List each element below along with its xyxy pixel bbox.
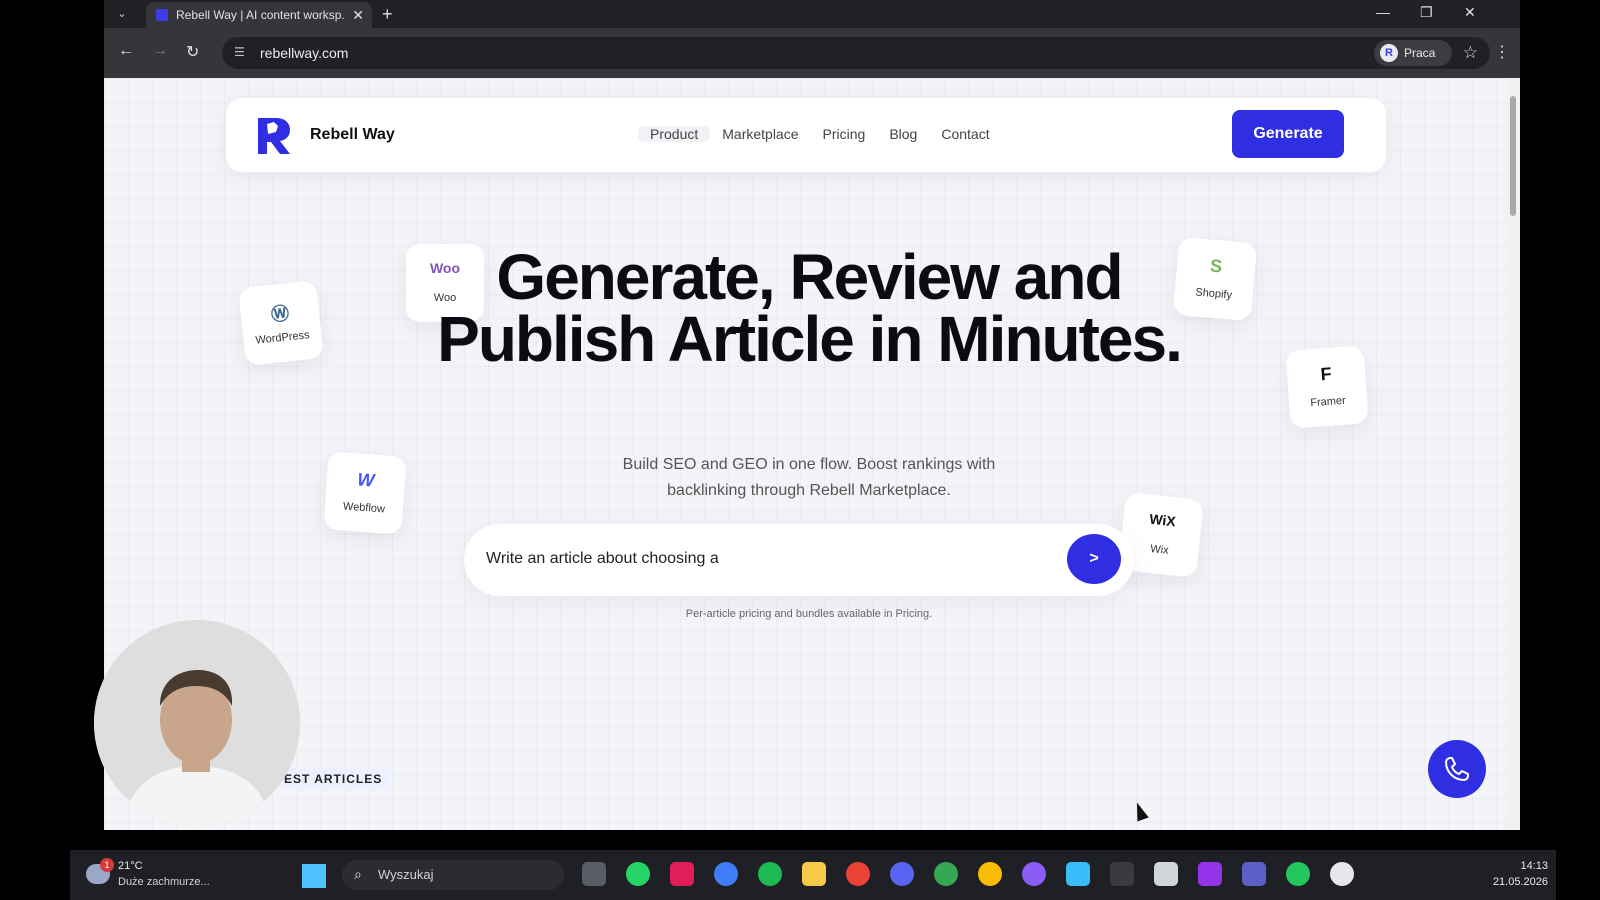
whatsapp-icon[interactable] bbox=[626, 862, 650, 886]
address-bar[interactable]: ☰ rebellway.com ☆ bbox=[222, 37, 1490, 69]
profile-name: Praca bbox=[1404, 46, 1436, 60]
taskbar: 1 21°C Duże zachmurze... ⌕ Wyszukaj 14:1… bbox=[70, 850, 1556, 900]
scrollbar-thumb[interactable] bbox=[1510, 96, 1516, 216]
new-tab-icon[interactable]: + bbox=[382, 4, 393, 25]
github-icon[interactable] bbox=[1022, 862, 1046, 886]
platform-label: Webflow bbox=[342, 500, 386, 516]
nav-marketplace[interactable]: Marketplace bbox=[710, 126, 810, 142]
rebell-way-logo-icon[interactable] bbox=[254, 114, 294, 156]
platform-label: Framer bbox=[1309, 394, 1347, 410]
webflow-icon: W bbox=[356, 469, 376, 491]
search-icon: ⌕ bbox=[354, 866, 362, 882]
brand-name[interactable]: Rebell Way bbox=[310, 126, 395, 144]
main-nav: Product Marketplace Pricing Blog Contact bbox=[638, 126, 1002, 142]
task-view-icon[interactable] bbox=[582, 862, 606, 886]
nav-pricing[interactable]: Pricing bbox=[811, 126, 878, 142]
terminal-icon[interactable] bbox=[1110, 862, 1134, 886]
search-placeholder: Wyszukaj bbox=[378, 867, 434, 882]
prompt-input[interactable] bbox=[486, 550, 1046, 568]
chrome-alt-icon[interactable] bbox=[978, 862, 1002, 886]
tab-bar: ⌄ Rebell Way | AI content worksp... ✕ + … bbox=[104, 0, 1520, 28]
close-tab-icon[interactable]: ✕ bbox=[352, 7, 364, 24]
tab-search-icon[interactable]: ⌄ bbox=[112, 4, 132, 24]
back-icon[interactable]: ← bbox=[118, 42, 134, 60]
platform-webflow: W Webflow bbox=[323, 451, 407, 535]
mouse-cursor-icon bbox=[1131, 800, 1149, 822]
platform-wordpress: Ⓦ WordPress bbox=[238, 280, 324, 366]
nav-blog[interactable]: Blog bbox=[877, 126, 929, 142]
pricing-note: Per-article pricing and bundles availabl… bbox=[685, 608, 933, 620]
close-window-icon[interactable]: ✕ bbox=[1464, 4, 1476, 21]
spotify-icon[interactable] bbox=[758, 862, 782, 886]
site-header: Rebell Way Product Marketplace Pricing B… bbox=[226, 98, 1386, 172]
taskbar-search[interactable]: ⌕ Wyszukaj bbox=[342, 860, 564, 890]
latest-articles-label: EST ARTICLES bbox=[276, 768, 391, 790]
generate-button[interactable]: Generate bbox=[1232, 110, 1344, 158]
article-prompt: > bbox=[464, 524, 1134, 596]
media-player-icon[interactable] bbox=[1330, 862, 1354, 886]
profile-avatar-icon: R bbox=[1380, 44, 1398, 62]
wordpress-icon: Ⓦ bbox=[270, 303, 291, 325]
send-prompt-button[interactable]: > bbox=[1067, 534, 1121, 584]
temperature: 21°C bbox=[118, 860, 143, 872]
browser-window: ⌄ Rebell Way | AI content worksp... ✕ + … bbox=[104, 0, 1520, 830]
person-avatar bbox=[94, 620, 300, 826]
hero-subtitle: Build SEO and GEO in one flow. Boost ran… bbox=[622, 456, 996, 499]
chat-app-icon[interactable] bbox=[890, 862, 914, 886]
tab-title: Rebell Way | AI content worksp... bbox=[176, 8, 344, 22]
url-text: rebellway.com bbox=[260, 45, 349, 61]
weather-widget[interactable]: 1 21°C Duże zachmurze... bbox=[86, 858, 266, 892]
video-editor-icon[interactable] bbox=[1198, 862, 1222, 886]
clock-time: 14:13 bbox=[1520, 860, 1548, 872]
browser-globe-icon[interactable] bbox=[1286, 862, 1310, 886]
teams-icon[interactable] bbox=[1242, 862, 1266, 886]
wix-icon: WiX bbox=[1148, 510, 1177, 530]
page-viewport: Rebell Way Product Marketplace Pricing B… bbox=[104, 78, 1506, 830]
chrome-profile-icon[interactable] bbox=[934, 862, 958, 886]
shopify-icon: S bbox=[1209, 255, 1223, 277]
platform-label: WordPress bbox=[254, 329, 311, 347]
menu-icon[interactable]: ⋮ bbox=[1494, 42, 1510, 62]
clock-date: 21.05.2026 bbox=[1492, 876, 1548, 888]
restore-icon[interactable]: ❐ bbox=[1420, 4, 1433, 21]
screen: ⌄ Rebell Way | AI content worksp... ✕ + … bbox=[0, 0, 1600, 900]
slack-icon[interactable] bbox=[670, 862, 694, 886]
browser-toolbar: ← → ↻ ☰ rebellway.com ☆ R Praca ⋮ bbox=[104, 28, 1520, 78]
page-scrollbar[interactable] bbox=[1506, 78, 1520, 830]
tab-favicon-icon bbox=[156, 9, 168, 21]
platform-framer: F Framer bbox=[1285, 345, 1369, 429]
notepad-icon[interactable] bbox=[1066, 862, 1090, 886]
webcam-overlay bbox=[94, 620, 300, 826]
start-windows-icon[interactable] bbox=[302, 864, 326, 888]
weather-condition: Duże zachmurze... bbox=[118, 876, 210, 888]
nav-contact[interactable]: Contact bbox=[929, 126, 1001, 142]
browser-tab[interactable]: Rebell Way | AI content worksp... ✕ bbox=[146, 2, 372, 28]
profile-button[interactable]: R Praca bbox=[1374, 40, 1452, 66]
password-manager-icon[interactable] bbox=[714, 862, 738, 886]
forward-icon[interactable]: → bbox=[152, 42, 168, 60]
file-explorer-icon[interactable] bbox=[802, 862, 826, 886]
nav-product[interactable]: Product bbox=[638, 126, 711, 142]
reload-icon[interactable]: ↻ bbox=[186, 42, 199, 62]
hero-title: Generate, Review and Publish Article in … bbox=[437, 241, 1183, 375]
platform-label: Shopify bbox=[1194, 286, 1233, 302]
site-settings-icon[interactable]: ☰ bbox=[234, 45, 250, 61]
chrome-icon[interactable] bbox=[846, 862, 870, 886]
snipping-tool-icon[interactable] bbox=[1154, 862, 1178, 886]
notification-badge: 1 bbox=[100, 858, 114, 872]
minimize-icon[interactable]: — bbox=[1376, 4, 1390, 20]
phone-icon bbox=[1445, 757, 1469, 781]
taskbar-clock[interactable]: 14:13 21.05.2026 bbox=[1472, 858, 1548, 890]
platform-shopify: S Shopify bbox=[1172, 236, 1258, 322]
call-button[interactable] bbox=[1428, 740, 1486, 798]
bookmark-star-icon[interactable]: ☆ bbox=[1463, 43, 1478, 63]
framer-icon: F bbox=[1319, 363, 1333, 385]
